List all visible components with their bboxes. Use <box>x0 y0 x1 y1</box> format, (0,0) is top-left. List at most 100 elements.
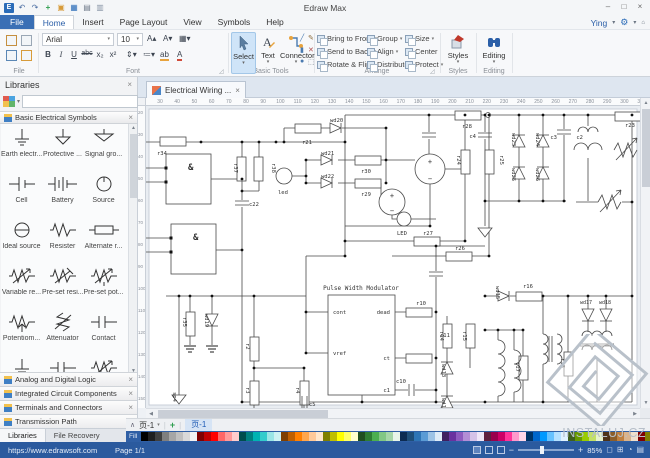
zoom-slider[interactable] <box>517 446 574 454</box>
color-swatch[interactable] <box>533 432 541 441</box>
color-swatch[interactable] <box>309 432 317 441</box>
library-symbol[interactable]: Pre-set pot... <box>83 262 124 308</box>
color-swatch[interactable] <box>414 432 422 441</box>
library-symbol[interactable]: Ideal source <box>1 216 42 262</box>
library-symbol[interactable]: Attenuator <box>42 308 83 354</box>
collapsed-section-integrated-circuit-components[interactable]: Integrated Circuit Components × <box>0 386 137 400</box>
color-swatch[interactable] <box>330 432 338 441</box>
menu-tab-symbols[interactable]: Symbols <box>210 15 259 29</box>
cross-icon[interactable]: ✕ <box>308 46 314 54</box>
color-swatch[interactable] <box>540 432 548 441</box>
color-swatch[interactable] <box>519 432 527 441</box>
fit-page-icon[interactable]: ◻ <box>606 445 613 455</box>
color-swatch[interactable] <box>624 432 632 441</box>
paste-icon[interactable] <box>21 50 32 61</box>
color-swatch[interactable] <box>477 432 485 441</box>
zoom-out-button[interactable]: − <box>509 445 514 455</box>
color-swatch[interactable] <box>463 432 471 441</box>
format-strike-button[interactable]: abc <box>81 50 93 57</box>
format-underline-button[interactable]: U <box>68 50 80 59</box>
styles-button[interactable]: Styles ▾ <box>444 32 472 74</box>
color-swatch[interactable] <box>379 432 387 441</box>
close-section-icon[interactable]: × <box>128 403 133 412</box>
close-button[interactable]: × <box>632 0 648 14</box>
color-swatch[interactable] <box>351 432 359 441</box>
zoom-in-button[interactable]: + <box>578 445 583 455</box>
color-swatch[interactable] <box>253 432 261 441</box>
close-section-icon[interactable]: × <box>128 113 133 122</box>
color-swatch[interactable] <box>645 432 650 441</box>
format-subscript-button[interactable]: x₂ <box>94 50 106 59</box>
scrollbar-thumb[interactable] <box>130 134 137 198</box>
color-swatch[interactable] <box>358 432 366 441</box>
library-picker-caret-icon[interactable]: ▾ <box>17 98 20 105</box>
color-swatch[interactable] <box>561 432 569 441</box>
library-symbol[interactable]: Protective ... <box>42 124 83 170</box>
color-swatch[interactable] <box>610 432 618 441</box>
vertical-scrollbar[interactable]: ▲ ▼ <box>640 98 650 408</box>
color-swatch[interactable] <box>148 432 156 441</box>
menu-tab-home[interactable]: Home <box>33 15 75 29</box>
color-swatch[interactable] <box>316 432 324 441</box>
font-color-icon[interactable]: A <box>177 50 183 61</box>
close-section-icon[interactable]: × <box>128 375 133 384</box>
zoom-level[interactable]: 85% <box>587 446 602 455</box>
copy-icon[interactable] <box>6 50 17 61</box>
color-swatch[interactable] <box>589 432 597 441</box>
color-swatch[interactable] <box>498 432 506 441</box>
color-swatch[interactable] <box>372 432 380 441</box>
color-swatch[interactable] <box>512 432 520 441</box>
color-swatch[interactable] <box>582 432 590 441</box>
menu-tab-insert[interactable]: Insert <box>74 15 111 29</box>
library-symbol[interactable]: Variable re... <box>1 262 42 308</box>
brush-icon[interactable] <box>21 35 32 46</box>
magnifier-icon[interactable]: ◔ <box>628 445 633 455</box>
arrange-center-button[interactable]: Center <box>405 46 438 59</box>
grid-icon[interactable]: ▤ <box>636 445 644 455</box>
ellipse-icon[interactable]: ● <box>300 58 304 65</box>
color-swatch[interactable] <box>162 432 170 441</box>
color-swatch[interactable] <box>456 432 464 441</box>
color-swatch[interactable] <box>470 432 478 441</box>
symbol-search-input[interactable] <box>22 95 139 108</box>
color-swatch[interactable] <box>617 432 625 441</box>
arrange-protect-button[interactable]: Protect ▾ <box>405 59 443 72</box>
rectangle-icon[interactable]: ▮ <box>300 46 304 54</box>
fit-width-icon[interactable]: ⊞ <box>617 445 624 455</box>
color-swatch[interactable] <box>141 432 149 441</box>
color-swatch[interactable] <box>449 432 457 441</box>
gear-icon[interactable]: ⚙ <box>620 17 628 28</box>
color-swatch[interactable] <box>211 432 219 441</box>
library-symbol[interactable]: Source <box>83 170 124 216</box>
color-swatch[interactable] <box>267 432 275 441</box>
color-swatch[interactable] <box>393 432 401 441</box>
page-view-icon[interactable] <box>484 446 493 454</box>
shrink-font-icon[interactable]: A▾ <box>163 34 172 43</box>
library-symbol[interactable]: Cell <box>1 170 42 216</box>
scroll-down-icon[interactable]: ▼ <box>641 398 650 408</box>
library-symbol[interactable]: Signal gro... <box>83 124 124 170</box>
close-libraries-icon[interactable]: × <box>127 80 132 89</box>
color-swatch[interactable] <box>218 432 226 441</box>
document-tab[interactable]: Electrical Wiring ... × <box>146 81 246 98</box>
format-italic-button[interactable]: I <box>55 50 67 59</box>
collapsed-section-analog-and-digital-logic[interactable]: Analog and Digital Logic × <box>0 372 137 386</box>
color-swatch[interactable] <box>554 432 562 441</box>
color-swatch[interactable] <box>323 432 331 441</box>
zoom-slider-thumb[interactable] <box>539 446 544 454</box>
font-size-select[interactable]: 10 ▾ <box>117 33 143 46</box>
library-symbol[interactable]: Battery <box>42 170 83 216</box>
minimize-button[interactable]: – <box>600 0 616 14</box>
color-swatch[interactable] <box>274 432 282 441</box>
color-swatch[interactable] <box>365 432 373 441</box>
color-swatch[interactable] <box>596 432 604 441</box>
library-symbol[interactable]: Resister <box>42 216 83 262</box>
color-swatch[interactable] <box>526 432 534 441</box>
color-swatch[interactable] <box>337 432 345 441</box>
sidebar-tab-file-recovery[interactable]: File Recovery <box>46 429 108 442</box>
format-bold-button[interactable]: B <box>42 50 54 59</box>
arrange-group-button[interactable]: Group ▾ <box>367 33 402 46</box>
color-swatch[interactable] <box>155 432 163 441</box>
collapsed-section-terminals-and-connectors[interactable]: Terminals and Connectors × <box>0 400 137 414</box>
color-swatch[interactable] <box>239 432 247 441</box>
